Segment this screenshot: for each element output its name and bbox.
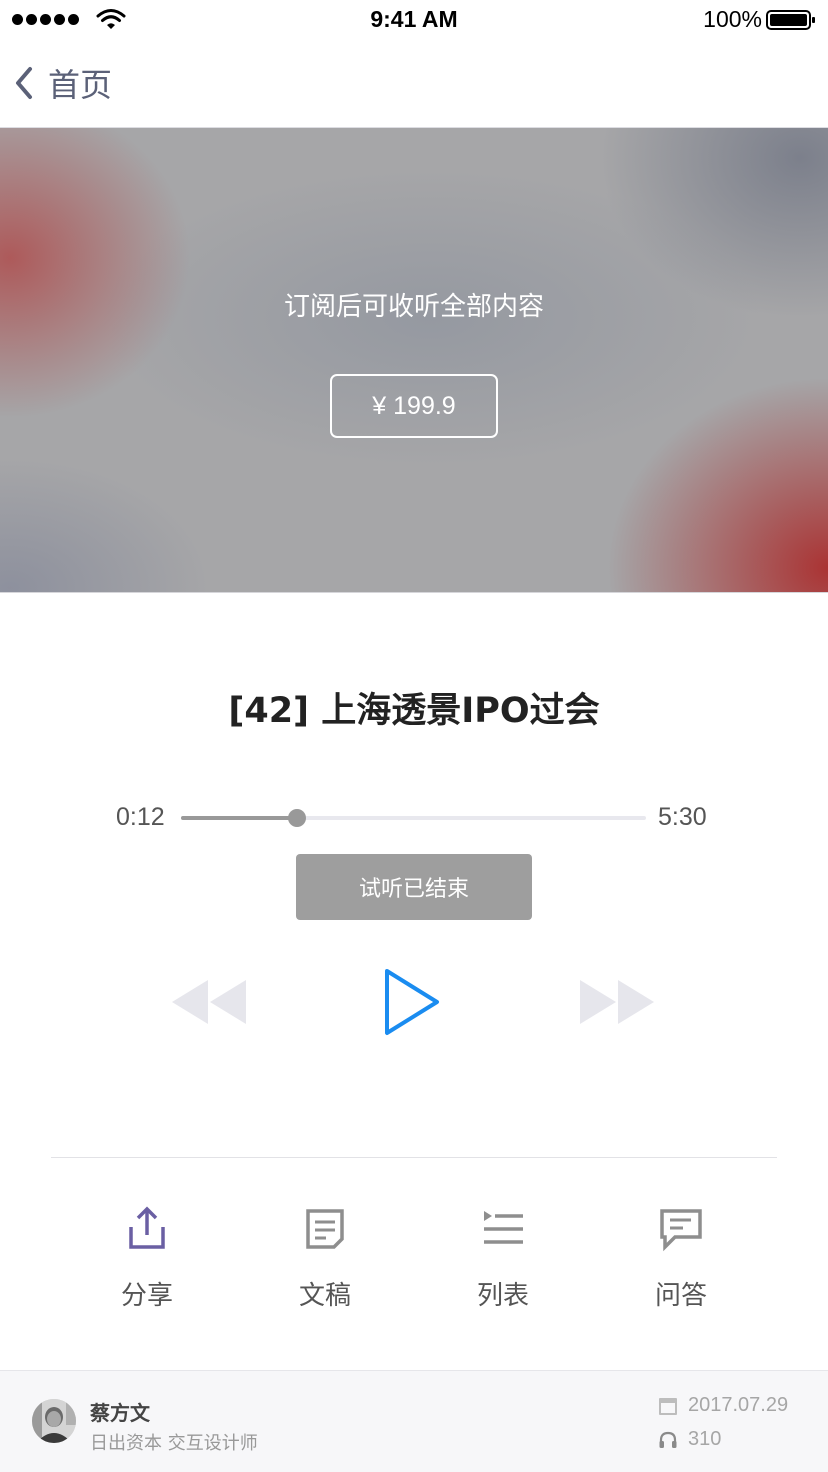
date-value: 2017.07.29 [688, 1394, 789, 1416]
back-label: 首页 [48, 66, 113, 104]
document-icon [306, 1209, 344, 1249]
author-footer: 蔡方文 日出资本 交互设计师 2017.07.29 310 [0, 1370, 828, 1472]
share-button[interactable]: 分享 [87, 1205, 207, 1312]
paywall-banner: 订阅后可收听全部内容 ¥ 199.9 [0, 128, 828, 593]
subscribe-message: 订阅后可收听全部内容 [283, 292, 544, 322]
rewind-icon [172, 980, 246, 1024]
trial-ended-badge: 试听已结束 [296, 854, 532, 920]
author-name: 蔡方文 [90, 1401, 150, 1425]
author-description: 日出资本 交互设计师 [90, 1433, 258, 1454]
playlist-label: 列表 [476, 1281, 529, 1311]
play-count: 310 [658, 1428, 721, 1451]
progress-thumb[interactable] [288, 809, 307, 827]
episode-title: [42] 上海透景IPO过会 [228, 691, 600, 731]
back-button[interactable]: 首页 [10, 58, 112, 108]
battery-icon [766, 10, 815, 30]
plays-value: 310 [688, 1428, 722, 1450]
playlist-button[interactable]: 列表 [443, 1205, 563, 1312]
divider [51, 1157, 777, 1158]
fast-forward-icon [580, 980, 654, 1024]
progress-slider[interactable] [181, 809, 646, 827]
chevron-left-icon [16, 67, 32, 99]
play-button[interactable] [382, 966, 442, 1038]
headphones-icon [659, 1431, 677, 1448]
share-label: 分享 [120, 1281, 173, 1311]
publish-date: 2017.07.29 [658, 1394, 788, 1417]
qa-label: 问答 [654, 1281, 707, 1311]
qa-button[interactable]: 问答 [621, 1205, 741, 1312]
chat-icon [660, 1209, 702, 1252]
transcript-button[interactable]: 文稿 [265, 1205, 385, 1312]
status-bar: 9:41 AM 100% [0, 0, 828, 40]
nav-bar: 首页 [0, 40, 828, 128]
rewind-button[interactable] [170, 978, 248, 1026]
total-time: 5:30 [658, 803, 707, 831]
list-icon [484, 1211, 523, 1244]
avatar[interactable] [32, 1399, 76, 1443]
price-button[interactable]: ¥ 199.9 [330, 374, 498, 438]
play-icon [385, 969, 439, 1035]
transcript-label: 文稿 [298, 1281, 351, 1311]
share-icon [129, 1206, 165, 1249]
forward-button[interactable] [578, 978, 656, 1026]
current-time: 0:12 [116, 803, 165, 831]
battery-percent: 100% [703, 6, 762, 32]
calendar-icon [659, 1397, 677, 1415]
progress-fill [181, 816, 298, 820]
